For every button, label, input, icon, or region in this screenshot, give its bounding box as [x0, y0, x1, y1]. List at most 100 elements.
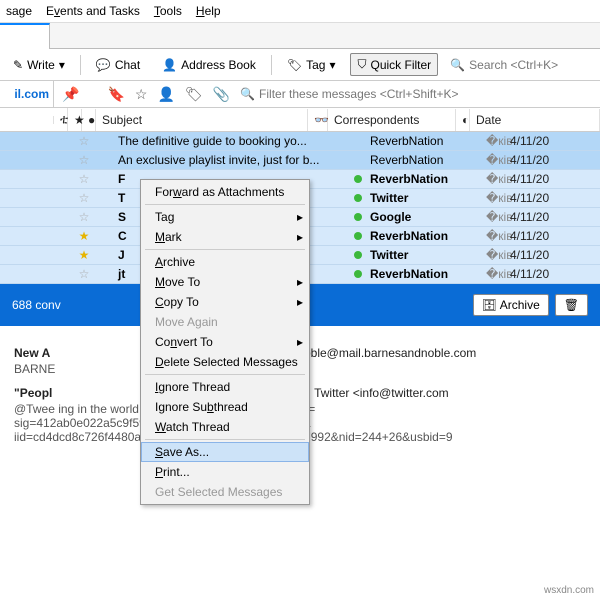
tag-button[interactable]: 🏷 Tag ▾	[280, 54, 343, 76]
archive-button[interactable]: 🗄 Archive	[473, 294, 549, 316]
menu-item[interactable]: Watch Thread	[141, 417, 309, 437]
tag-filter-icon[interactable]: 🏷	[185, 86, 203, 103]
chat-label: Chat	[115, 58, 140, 72]
presence-icon	[354, 210, 366, 224]
global-search[interactable]: 🔍 Search <Ctrl+K>	[446, 56, 594, 74]
download-icon: �ків	[486, 229, 506, 243]
row-correspondent: ReverbNation	[366, 134, 486, 148]
filter-placeholder: Filter these messages <Ctrl+Shift+K>	[259, 87, 458, 101]
row-date: 4/11/20	[506, 191, 600, 205]
submenu-arrow-icon: ▸	[297, 210, 303, 224]
menu-item[interactable]: Delete Selected Messages	[141, 352, 309, 372]
menu-help[interactable]: Help	[196, 4, 221, 18]
submenu-arrow-icon: ▸	[297, 230, 303, 244]
quickfilter-label: Quick Filter	[371, 58, 432, 72]
unread-filter-icon[interactable]: 🔖	[107, 86, 124, 103]
watermark: wsxdn.com	[544, 585, 594, 596]
message-row[interactable]: ☆An exclusive playlist invite, just for …	[0, 151, 600, 170]
star-filter-icon[interactable]: ☆	[135, 86, 148, 103]
tag-icon: 🏷	[287, 58, 302, 72]
menu-tools[interactable]: Tools	[154, 4, 182, 18]
search-icon: 🔍	[240, 87, 255, 101]
menu-item[interactable]: Move To▸	[141, 272, 309, 292]
row-subject: An exclusive playlist invite, just for b…	[114, 153, 334, 167]
row-date: 4/11/20	[506, 210, 600, 224]
menu-item[interactable]: Archive	[141, 252, 309, 272]
col-date[interactable]: Date	[470, 109, 600, 131]
col-dot[interactable]: ●	[82, 109, 96, 131]
row-date: 4/11/20	[506, 229, 600, 243]
download-icon: �ків	[486, 191, 506, 205]
menu-item[interactable]: Convert To▸	[141, 332, 309, 352]
row-date: 4/11/20	[506, 134, 600, 148]
menu-message[interactable]: sage	[6, 4, 32, 18]
row-correspondent: ReverbNation	[366, 267, 486, 281]
gutter	[0, 116, 54, 124]
menu-item[interactable]: Print...	[141, 462, 309, 482]
delete-button[interactable]: 🗑	[555, 294, 588, 316]
account-label[interactable]: il.com	[0, 81, 54, 107]
filter-row: il.com 📌 🔖 ☆ 👤 🏷 📎 🔍 Filter these messag…	[0, 81, 600, 108]
msg2-subject-a: "Peopl	[14, 386, 52, 400]
row-date: 4/11/20	[506, 153, 600, 167]
write-label: Write	[27, 58, 55, 72]
presence-icon	[354, 267, 366, 281]
tag-label: Tag	[306, 58, 325, 72]
menu-item: Move Again	[141, 312, 309, 332]
presence-icon	[354, 248, 366, 262]
chat-button[interactable]: 💬 Chat	[89, 54, 147, 76]
column-headers: ቲ ★ ● Subject 👓 Correspondents ◐ Date	[0, 108, 600, 132]
col-correspondents[interactable]: Correspondents	[328, 109, 456, 131]
filter-search[interactable]: 🔍 Filter these messages <Ctrl+Shift+K>	[240, 87, 592, 101]
star-icon[interactable]: ☆	[54, 134, 114, 148]
funnel-icon: ⛉	[357, 57, 366, 72]
chevron-down-icon: ▾	[59, 58, 65, 72]
main-toolbar: ✎ Write ▾ 💬 Chat 👤 Address Book 🏷 Tag ▾ …	[0, 49, 600, 81]
star-icon[interactable]: ☆	[54, 191, 114, 205]
col-star[interactable]: ★	[68, 109, 82, 131]
attachment-filter-icon[interactable]: 📎	[213, 86, 230, 103]
row-correspondent: Google	[366, 210, 486, 224]
row-correspondent: Twitter	[366, 248, 486, 262]
star-icon[interactable]: ★	[54, 248, 114, 262]
tab-strip	[0, 23, 600, 49]
menu-item[interactable]: Mark▸	[141, 227, 309, 247]
menu-item[interactable]: Ignore Thread	[141, 377, 309, 397]
star-icon[interactable]: ☆	[54, 153, 114, 167]
col-flag[interactable]: ◐	[456, 109, 470, 131]
chat-icon: 💬	[96, 58, 111, 72]
chevron-down-icon: ▾	[329, 58, 335, 72]
col-thread[interactable]: ቲ	[54, 108, 68, 131]
menu-item[interactable]: Forward as Attachments	[141, 182, 309, 202]
star-icon[interactable]: ★	[54, 229, 114, 243]
addressbook-button[interactable]: 👤 Address Book	[155, 54, 263, 76]
menu-item[interactable]: Ignore Subthread	[141, 397, 309, 417]
tab-active[interactable]	[0, 23, 50, 49]
star-icon[interactable]: ☆	[54, 210, 114, 224]
row-date: 4/11/20	[506, 267, 600, 281]
row-correspondent: ReverbNation	[366, 229, 486, 243]
menubar: sage Events and Tasks Tools Help	[0, 0, 600, 23]
menu-item[interactable]: Save As...	[141, 442, 309, 462]
pin-icon[interactable]: 📌	[62, 86, 79, 103]
addressbook-label: Address Book	[181, 58, 256, 72]
separator	[80, 55, 81, 75]
menu-item[interactable]: Copy To▸	[141, 292, 309, 312]
presence-icon	[354, 229, 366, 243]
quickfilter-button[interactable]: ⛉ Quick Filter	[350, 53, 438, 76]
conversation-count: 688 conv	[12, 298, 61, 312]
star-icon[interactable]: ☆	[54, 267, 114, 281]
star-icon[interactable]: ☆	[54, 172, 114, 186]
row-date: 4/11/20	[506, 172, 600, 186]
col-read[interactable]: 👓	[308, 109, 328, 131]
contact-filter-icon[interactable]: 👤	[157, 86, 174, 103]
row-subject: The definitive guide to booking yo...	[114, 134, 334, 148]
row-correspondent: ReverbNation	[366, 172, 486, 186]
quick-filter-bar: 📌 🔖 ☆ 👤 🏷 📎 🔍 Filter these messages <Ctr…	[54, 81, 600, 107]
menu-events-tasks[interactable]: Events and Tasks	[46, 4, 140, 18]
menu-item[interactable]: Tag▸	[141, 207, 309, 227]
write-button[interactable]: ✎ Write ▾	[6, 54, 72, 76]
download-icon: �ків	[486, 172, 506, 186]
col-subject[interactable]: Subject	[96, 109, 308, 131]
message-row[interactable]: ☆The definitive guide to booking yo... Re…	[0, 132, 600, 151]
